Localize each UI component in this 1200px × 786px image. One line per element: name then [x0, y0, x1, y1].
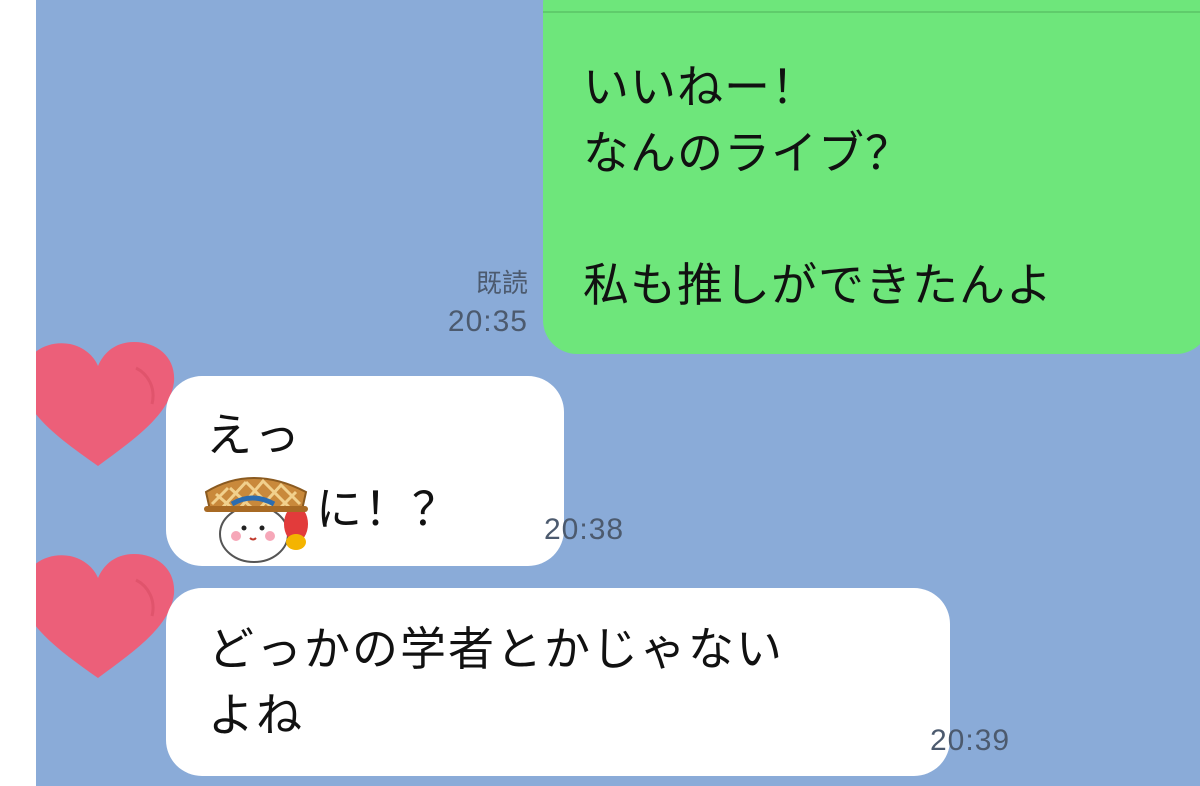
incoming-message-text-line2: に！？	[316, 482, 460, 536]
message-time: 20:39	[930, 724, 1011, 757]
incoming-message-bubble[interactable]: えっ に！？	[166, 376, 564, 566]
message-time: 20:38	[544, 513, 625, 546]
bubble-divider	[543, 11, 1200, 13]
heart-avatar-icon[interactable]	[36, 550, 178, 680]
heart-avatar-icon[interactable]	[36, 338, 178, 468]
incoming-message-text: どっかの学者とかじゃない よね	[208, 622, 784, 742]
cat-with-basket-hat-sticker-icon	[204, 477, 308, 563]
read-receipt-label: 既読	[475, 268, 528, 298]
incoming-message-text-line1: えっ	[206, 408, 302, 462]
incoming-message-bubble[interactable]: どっかの学者とかじゃない よね	[166, 588, 950, 776]
message-time: 20:35	[447, 305, 528, 338]
chat-area: いいねー！ なんのライブ？ 私も推しができたんよ 既読 20:35 えっ に！？…	[36, 0, 1200, 786]
outgoing-message-text: いいねー！ なんのライブ？ 私も推しができたんよ	[583, 60, 1053, 312]
outgoing-message-bubble[interactable]: いいねー！ なんのライブ？ 私も推しができたんよ	[543, 0, 1200, 354]
